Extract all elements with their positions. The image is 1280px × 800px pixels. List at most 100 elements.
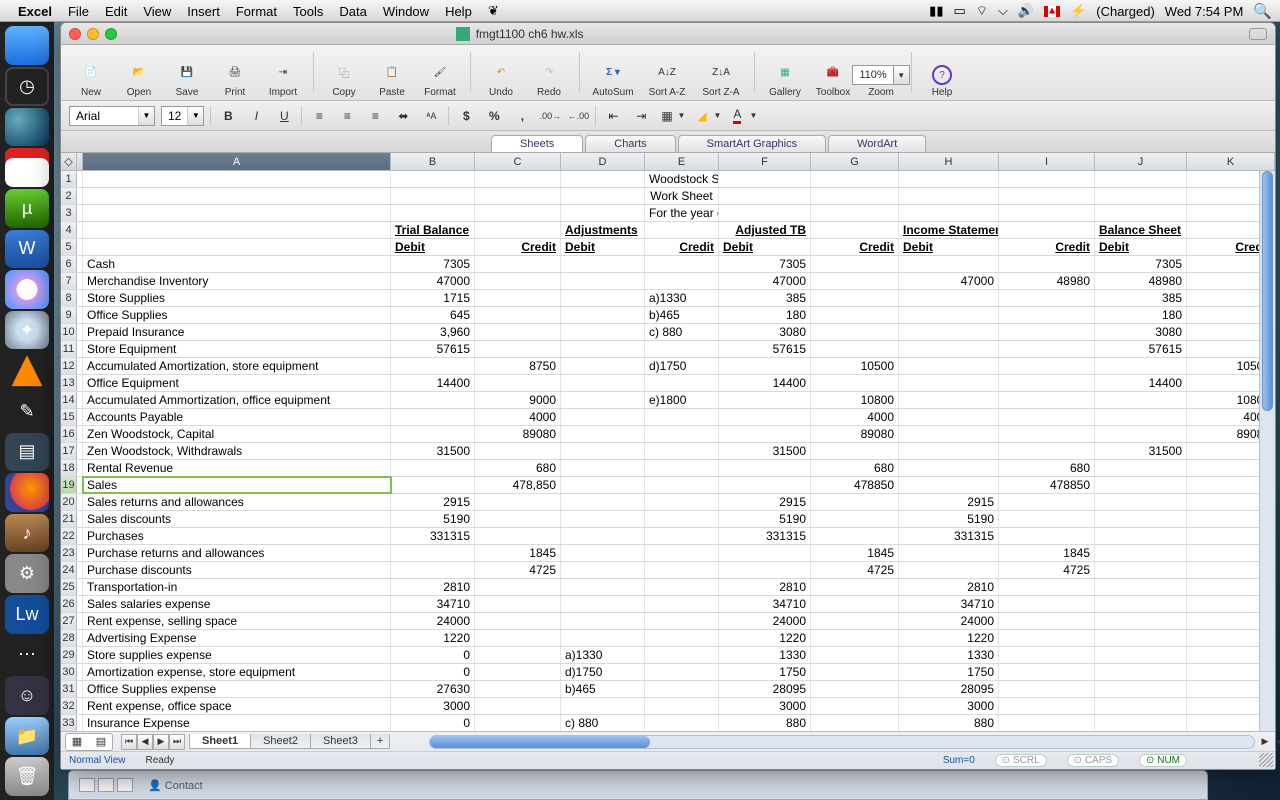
cell[interactable] — [561, 358, 645, 374]
cell[interactable]: 4725 — [811, 562, 899, 578]
cell[interactable] — [999, 290, 1095, 306]
cell[interactable] — [391, 392, 475, 408]
dock-folder[interactable]: 📁 — [5, 717, 49, 756]
row-header[interactable]: 17 — [61, 443, 77, 459]
cell[interactable] — [561, 171, 645, 187]
cell[interactable]: 10500 — [811, 358, 899, 374]
cell[interactable]: 0 — [391, 715, 475, 731]
power-icon[interactable]: ⚡ — [1070, 3, 1086, 19]
cell[interactable]: Income Statement — [899, 222, 999, 238]
menu-view[interactable]: View — [143, 4, 171, 19]
row-header[interactable]: 21 — [61, 511, 77, 527]
menu-help[interactable]: Help — [445, 4, 472, 19]
cell[interactable]: 7305 — [391, 256, 475, 272]
cell[interactable]: 14400 — [391, 375, 475, 391]
cell[interactable]: Debit — [561, 239, 645, 255]
row-header[interactable]: 31 — [61, 681, 77, 697]
cell[interactable] — [811, 579, 899, 595]
cell[interactable] — [899, 205, 999, 221]
cell[interactable]: Advertising Expense — [83, 630, 391, 646]
cell[interactable] — [561, 205, 645, 221]
cell[interactable]: Merchandise Inventory — [83, 273, 391, 289]
tool-autosum[interactable]: Σ ▾AutoSum — [588, 59, 638, 98]
cell[interactable] — [561, 596, 645, 612]
cell[interactable]: Transportation-in — [83, 579, 391, 595]
cell[interactable] — [999, 392, 1095, 408]
menu-insert[interactable]: Insert — [187, 4, 220, 19]
italic-button[interactable]: I — [245, 106, 267, 126]
cell[interactable]: 680 — [811, 460, 899, 476]
cell[interactable]: 31500 — [719, 443, 811, 459]
row-header[interactable]: 33 — [61, 715, 77, 731]
cell[interactable] — [83, 205, 391, 221]
tool-import[interactable]: ⇥Import — [261, 59, 305, 98]
cell[interactable]: 180 — [719, 307, 811, 323]
cell[interactable]: 331315 — [899, 528, 999, 544]
cell[interactable]: Debit — [719, 239, 811, 255]
cell[interactable] — [645, 681, 719, 697]
merge-button[interactable]: ⬌ — [392, 106, 414, 126]
cell[interactable] — [561, 511, 645, 527]
cell[interactable] — [561, 630, 645, 646]
tool-copy[interactable]: ⿻Copy — [322, 59, 366, 98]
cell[interactable] — [561, 341, 645, 357]
cell[interactable] — [1095, 477, 1187, 493]
cell[interactable] — [1095, 681, 1187, 697]
row-header[interactable]: 19 — [61, 477, 77, 493]
cell[interactable] — [645, 341, 719, 357]
cell[interactable]: Woodstock Store — [645, 171, 719, 187]
cell[interactable] — [719, 477, 811, 493]
cell[interactable] — [561, 188, 645, 204]
cell[interactable] — [561, 324, 645, 340]
cell[interactable] — [999, 647, 1095, 663]
cell[interactable]: 14400 — [1095, 375, 1187, 391]
cell[interactable]: 24000 — [719, 613, 811, 629]
cell[interactable] — [719, 392, 811, 408]
indent-less-button[interactable]: ⇤ — [602, 106, 624, 126]
cell[interactable] — [645, 222, 719, 238]
cell[interactable] — [475, 664, 561, 680]
cell[interactable] — [391, 205, 475, 221]
dock-dashboard[interactable]: ◷ — [5, 67, 49, 106]
cell[interactable]: Prepaid Insurance — [83, 324, 391, 340]
cell[interactable]: 1845 — [811, 545, 899, 561]
cell[interactable] — [475, 307, 561, 323]
row-header[interactable]: 28 — [61, 630, 77, 646]
cell[interactable] — [475, 273, 561, 289]
cell[interactable] — [899, 358, 999, 374]
row-header[interactable]: 3 — [61, 205, 77, 221]
cell[interactable] — [811, 222, 899, 238]
cell[interactable] — [999, 256, 1095, 272]
cell[interactable]: 28095 — [719, 681, 811, 697]
cell[interactable] — [899, 256, 999, 272]
cell[interactable]: Work Sheet — [645, 188, 719, 204]
font-size-select[interactable]: 12▼ — [161, 106, 204, 126]
cell[interactable]: 4000 — [475, 409, 561, 425]
cell[interactable]: 48980 — [1095, 273, 1187, 289]
menubar-clock[interactable]: Wed 7:54 PM — [1165, 4, 1244, 19]
col-K[interactable]: K — [1187, 153, 1275, 170]
sheet-tab-2[interactable]: Sheet2 — [250, 734, 311, 749]
cell[interactable]: Trial Balance — [391, 222, 475, 238]
cell[interactable]: 34710 — [899, 596, 999, 612]
sheet-tab-add[interactable]: + — [370, 734, 390, 749]
sheet-tab-1[interactable]: Sheet1 — [189, 734, 251, 749]
cell[interactable]: 5190 — [391, 511, 475, 527]
dock-ical[interactable]: 11 — [5, 148, 49, 187]
cell[interactable] — [811, 494, 899, 510]
cell[interactable]: 57615 — [1095, 341, 1187, 357]
cell[interactable] — [811, 341, 899, 357]
cell[interactable]: c) 880 — [561, 715, 645, 731]
row-header[interactable]: 13 — [61, 375, 77, 391]
cell[interactable] — [645, 460, 719, 476]
cell[interactable] — [645, 443, 719, 459]
cell[interactable]: 4000 — [811, 409, 899, 425]
tool-gallery[interactable]: ▦Gallery — [763, 59, 807, 98]
cell[interactable] — [811, 630, 899, 646]
cell[interactable] — [899, 171, 999, 187]
row-header[interactable]: 5 — [61, 239, 77, 255]
window-close-button[interactable] — [69, 28, 81, 40]
cell[interactable] — [899, 392, 999, 408]
zoom-value[interactable]: 110% — [852, 65, 893, 85]
underline-button[interactable]: U — [273, 106, 295, 126]
